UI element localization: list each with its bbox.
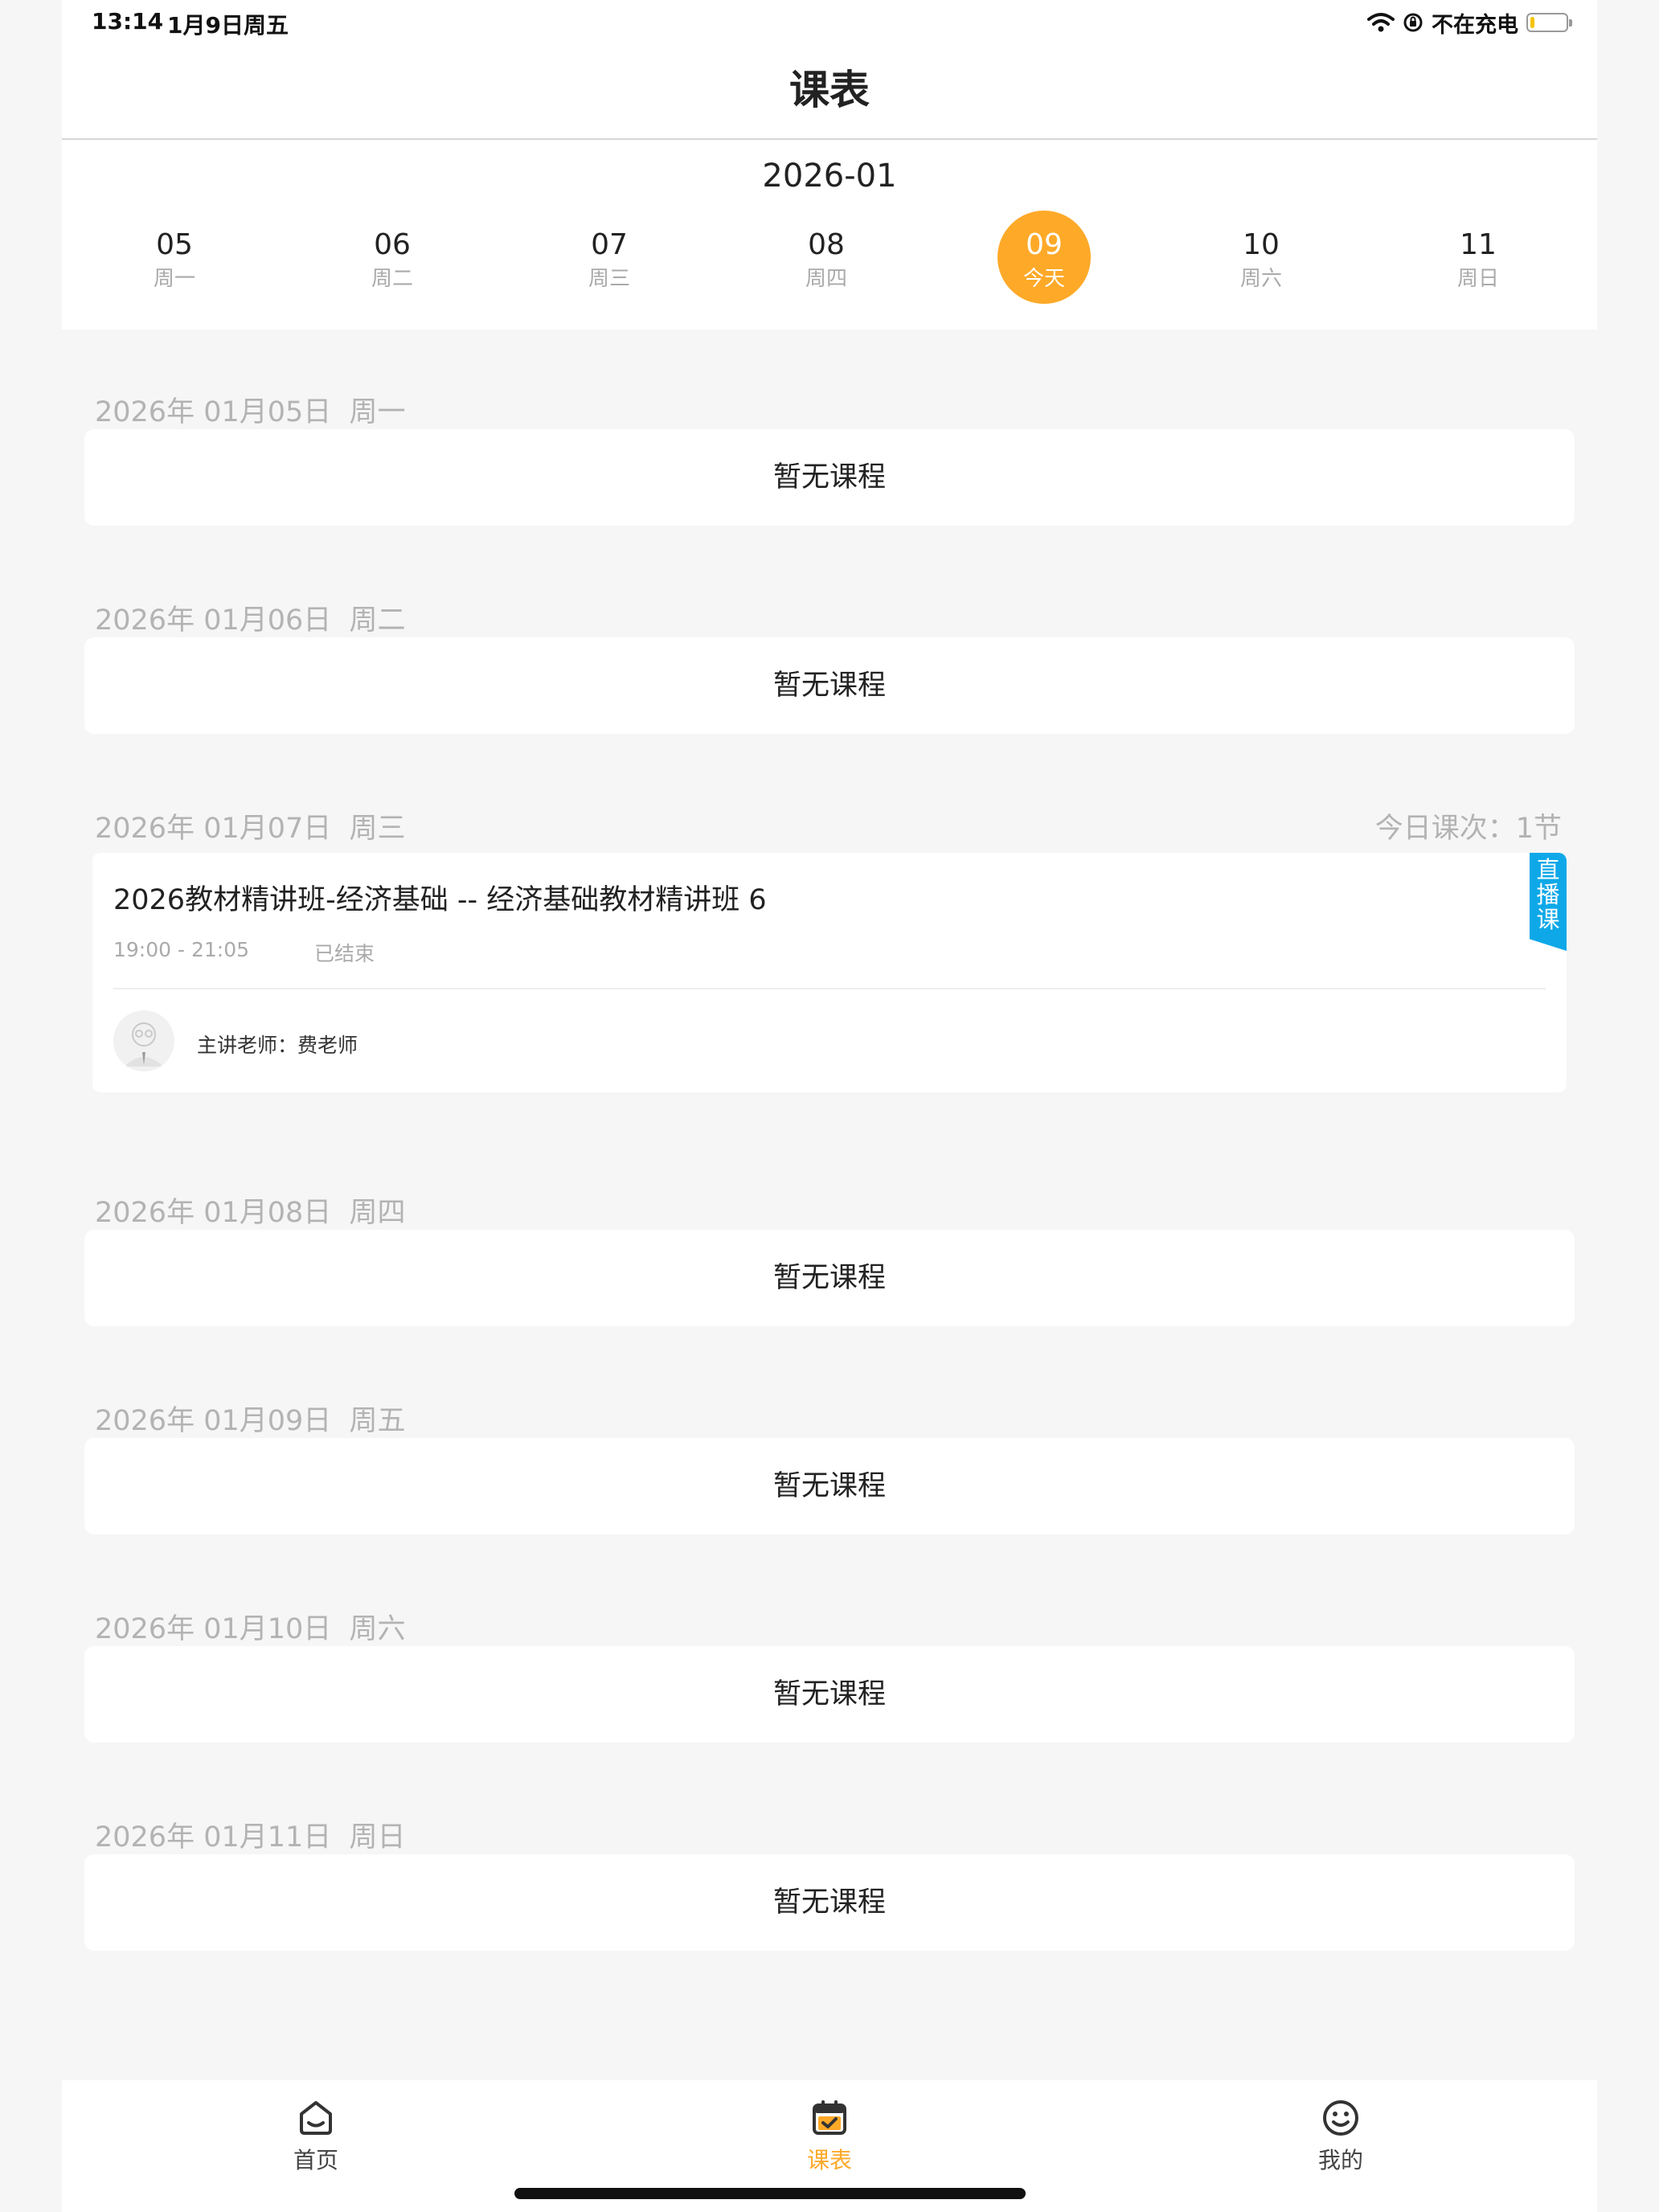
section-date: 2026年 01月11日 周日 (95, 1814, 406, 1855)
calendar-day-07[interactable]: 07 周三 (563, 211, 656, 304)
calendar-day-weekday: 周一 (153, 267, 195, 291)
lesson-count: 今日课次：1节 (1374, 813, 1562, 845)
smiley-icon (1323, 2100, 1358, 2136)
tab-schedule[interactable]: 课表 (749, 2098, 910, 2175)
section-date-gap (331, 604, 349, 637)
status-time: 13:14 (92, 8, 164, 35)
calendar-day-number: 08 (808, 228, 845, 261)
empty-course-text: 暂无课程 (772, 1470, 886, 1502)
calendar-day-number: 09 (1026, 228, 1063, 261)
battery-fill (1530, 17, 1534, 28)
tab-home-label: 首页 (293, 2147, 338, 2173)
charging-status: 不在充电 (1432, 12, 1518, 38)
calendar-day-weekday: 周三 (588, 267, 630, 291)
section-weekday: 周日 (349, 1821, 406, 1854)
section-date: 2026年 01月07日 周三 (95, 805, 406, 846)
status-right: 不在充电 (1367, 8, 1572, 38)
empty-course-card: 暂无课程 (84, 1438, 1575, 1534)
section-date: 2026年 01月10日 周六 (95, 1606, 406, 1647)
tab-home[interactable]: 首页 (236, 2098, 396, 2175)
calendar-day-09[interactable]: 09 今天 (997, 211, 1091, 304)
header-divider (62, 138, 1597, 140)
section-date: 2026年 01月08日 周四 (95, 1190, 406, 1231)
section-date-gap (331, 1613, 349, 1645)
section-date: 2026年 01月09日 周五 (95, 1398, 406, 1439)
calendar-day-number: 05 (156, 228, 193, 261)
empty-course-text: 暂无课程 (772, 461, 886, 494)
section-weekday: 周五 (349, 1405, 406, 1437)
teacher-name: 主讲老师：费老师 (197, 1034, 358, 1057)
home-indicator[interactable] (514, 2188, 1026, 2199)
tab-schedule-label: 课表 (806, 2147, 852, 2173)
course-card[interactable]: 2026教材精讲班-经济基础 -- 经济基础教材精讲班 6 19:00 - 21:… (92, 853, 1567, 1092)
top-panel: 13:14 1月9日周五 不在充电 课表 2026-01 05 周一 06 周二… (62, 0, 1597, 330)
section-weekday: 周三 (349, 813, 406, 845)
calendar-day-10[interactable]: 10 周六 (1215, 211, 1308, 304)
calendar-day-05[interactable]: 05 周一 (128, 211, 221, 304)
live-course-tag: 直播课 (1530, 853, 1567, 951)
empty-course-card: 暂无课程 (84, 429, 1575, 526)
calendar-day-11[interactable]: 11 周日 (1432, 211, 1525, 304)
empty-course-card: 暂无课程 (84, 1646, 1575, 1743)
calendar-day-weekday: 周四 (805, 267, 847, 291)
empty-course-card: 暂无课程 (84, 1230, 1575, 1326)
section-date-gap (331, 1821, 349, 1854)
home-icon (300, 2101, 332, 2135)
course-title: 2026教材精讲班-经济基础 -- 经济基础教材精讲班 6 (113, 884, 767, 916)
empty-course-text: 暂无课程 (772, 1262, 886, 1294)
battery-icon (1526, 13, 1572, 32)
section-date-gap (331, 396, 349, 428)
tab-mine-label: 我的 (1317, 2147, 1363, 2173)
calendar-month: 2026-01 (762, 158, 897, 195)
course-status: 已结束 (314, 942, 375, 965)
calendar-day-number: 06 (374, 228, 411, 261)
empty-course-text: 暂无课程 (772, 670, 886, 702)
section-date-gap (331, 1197, 349, 1229)
wifi-icon (1367, 13, 1395, 32)
section-date-text: 2026年 01月05日 (95, 396, 332, 428)
empty-course-text: 暂无课程 (772, 1678, 886, 1710)
week-strip: 05 周一 06 周二 07 周三 08 周四 09 今天 10 周六 11 周日 (62, 211, 1597, 307)
section-weekday: 周一 (349, 396, 406, 428)
calendar-day-number: 11 (1460, 228, 1497, 261)
tab-mine[interactable]: 我的 (1260, 2098, 1421, 2175)
app-root: 13:14 1月9日周五 不在充电 课表 2026-01 05 周一 06 周二… (62, 0, 1597, 2212)
section-weekday: 周四 (349, 1197, 406, 1229)
section-date: 2026年 01月06日 周二 (95, 597, 406, 638)
section-date-text: 2026年 01月07日 (95, 813, 332, 845)
status-bar: 13:14 1月9日周五 不在充电 (62, 0, 1597, 45)
status-date: 1月9日周五 (167, 12, 289, 39)
section-date-gap (331, 813, 349, 845)
rotation-lock-icon (1403, 13, 1423, 32)
calendar-day-weekday: 周日 (1456, 267, 1499, 291)
course-divider (113, 988, 1546, 989)
section-date-text: 2026年 01月06日 (95, 604, 332, 637)
section-date-text: 2026年 01月09日 (95, 1405, 332, 1437)
empty-course-text: 暂无课程 (772, 1886, 886, 1919)
calendar-day-06[interactable]: 06 周二 (346, 211, 439, 304)
teacher-avatar-icon (125, 1022, 163, 1067)
calendar-day-number: 10 (1243, 228, 1280, 261)
section-weekday: 周二 (349, 604, 406, 637)
section-date-text: 2026年 01月08日 (95, 1197, 332, 1229)
calendar-icon (813, 2100, 846, 2135)
section-date-gap (331, 1405, 349, 1437)
section-date-text: 2026年 01月11日 (95, 1821, 332, 1854)
calendar-day-weekday: 周二 (371, 267, 413, 291)
section-date-text: 2026年 01月10日 (95, 1613, 332, 1645)
empty-course-card: 暂无课程 (84, 1854, 1575, 1951)
section-date: 2026年 01月05日 周一 (95, 389, 406, 430)
calendar-day-weekday: 周六 (1239, 267, 1282, 291)
calendar-day-weekday: 今天 (1022, 267, 1065, 291)
calendar-day-08[interactable]: 08 周四 (780, 211, 873, 304)
teacher-avatar (113, 1010, 174, 1071)
course-time: 19:00 - 21:05 (113, 938, 250, 961)
section-weekday: 周六 (349, 1613, 406, 1645)
calendar-day-number: 07 (591, 228, 628, 261)
empty-course-card: 暂无课程 (84, 637, 1575, 734)
page-title: 课表 (789, 67, 870, 113)
